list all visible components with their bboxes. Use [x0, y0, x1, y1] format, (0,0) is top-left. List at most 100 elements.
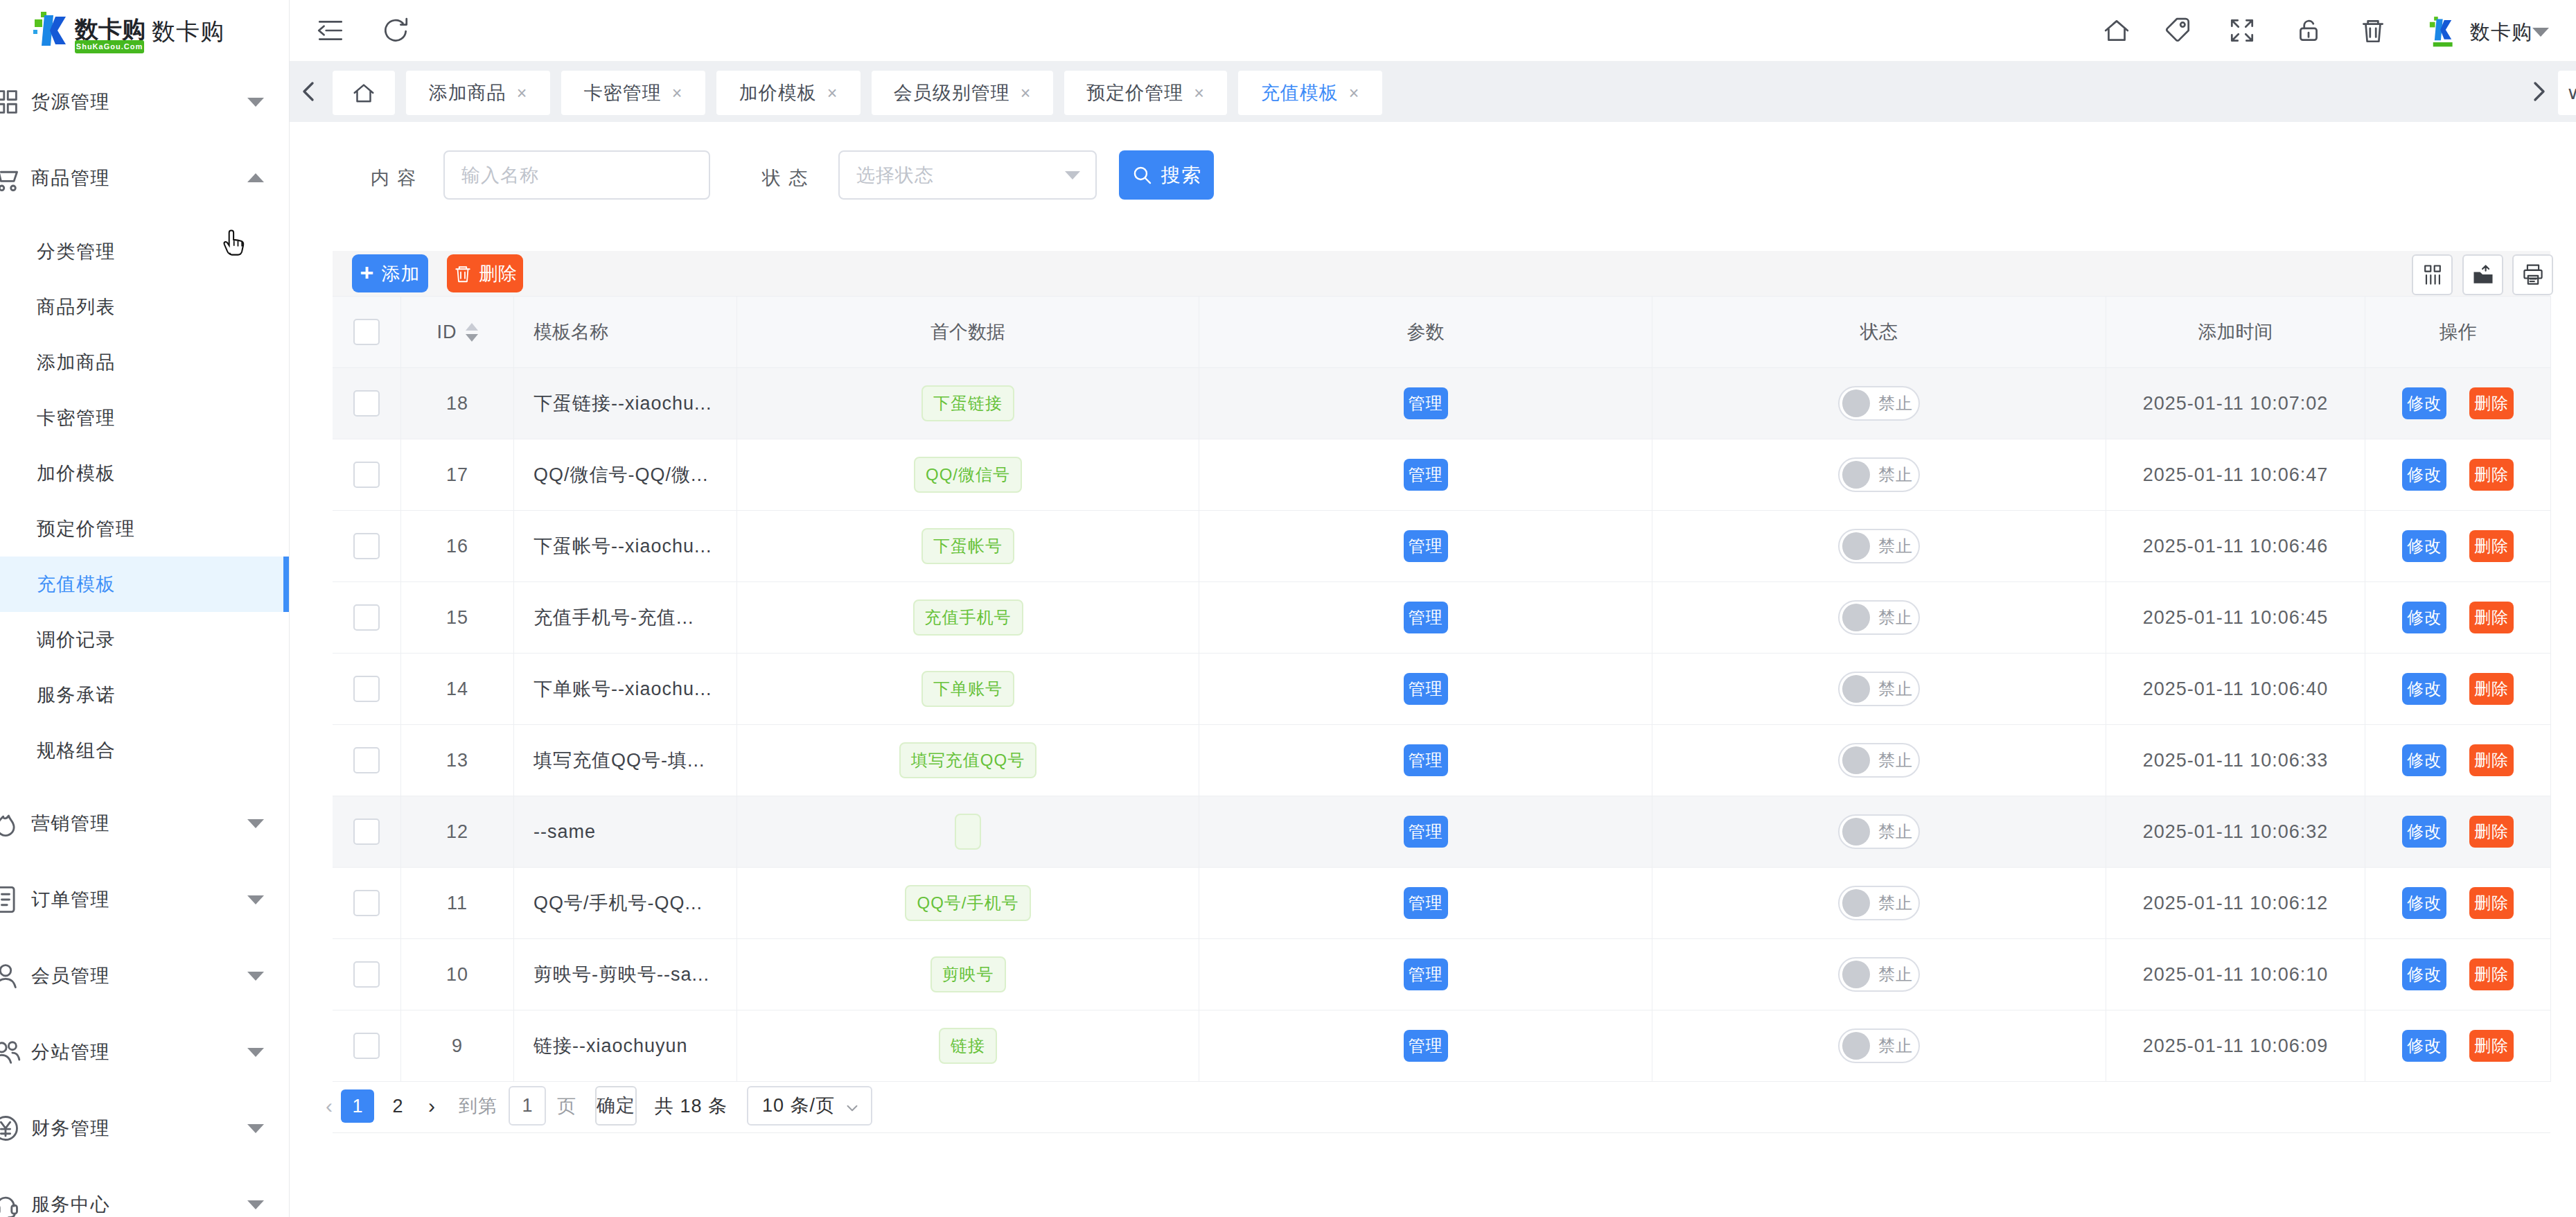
- hamburger-icon[interactable]: [316, 16, 345, 45]
- tab-会员级别管理[interactable]: 会员级别管理×: [872, 71, 1053, 115]
- sidebar-subitem-商品列表[interactable]: 商品列表: [0, 279, 289, 335]
- tab-scroll-right[interactable]: [2524, 78, 2552, 105]
- sidebar-subitem-充值模板[interactable]: 充值模板: [0, 557, 289, 612]
- home-icon[interactable]: [2102, 16, 2131, 45]
- row-checkbox[interactable]: [353, 961, 380, 988]
- row-checkbox[interactable]: [353, 1033, 380, 1059]
- manage-button[interactable]: 管理: [1404, 530, 1448, 562]
- tab-充值模板[interactable]: 充值模板×: [1238, 71, 1382, 115]
- tab-预定价管理[interactable]: 预定价管理×: [1064, 71, 1227, 115]
- tab-close-icon[interactable]: ×: [827, 83, 838, 103]
- tab-close-icon[interactable]: ×: [672, 83, 683, 103]
- tab-home[interactable]: [333, 71, 395, 115]
- lock-icon[interactable]: [2294, 16, 2323, 45]
- tab-scroll-left[interactable]: [296, 78, 324, 105]
- tab-加价模板[interactable]: 加价模板×: [716, 71, 861, 115]
- sidebar-item-服务中心[interactable]: 服务中心: [0, 1166, 289, 1217]
- goto-page-input[interactable]: 1: [509, 1086, 546, 1126]
- page-size-select[interactable]: 10 条/页: [747, 1086, 872, 1126]
- sidebar-item-货源管理[interactable]: 货源管理: [0, 64, 289, 140]
- sidebar-item-商品管理[interactable]: 商品管理: [0, 140, 289, 216]
- page-number-1[interactable]: 1: [341, 1089, 374, 1123]
- fullscreen-icon[interactable]: [2227, 16, 2257, 45]
- edit-button[interactable]: 修改: [2402, 387, 2446, 419]
- sidebar-item-订单管理[interactable]: 订单管理: [0, 861, 289, 938]
- page-number-2[interactable]: 2: [381, 1089, 414, 1123]
- status-switch[interactable]: 禁止: [1838, 814, 1920, 849]
- manage-button[interactable]: 管理: [1404, 602, 1448, 633]
- sidebar-subitem-服务承诺[interactable]: 服务承诺: [0, 667, 289, 723]
- content-input[interactable]: 输入名称: [443, 150, 710, 200]
- tab-close-icon[interactable]: ×: [1021, 83, 1032, 103]
- row-checkbox[interactable]: [353, 747, 380, 773]
- row-checkbox[interactable]: [353, 390, 380, 417]
- goto-confirm-button[interactable]: 确定: [595, 1086, 637, 1126]
- row-checkbox[interactable]: [353, 462, 380, 488]
- edit-button[interactable]: 修改: [2402, 530, 2446, 562]
- status-switch[interactable]: 禁止: [1838, 457, 1920, 492]
- manage-button[interactable]: 管理: [1404, 673, 1448, 705]
- sidebar-item-营销管理[interactable]: 营销管理: [0, 785, 289, 861]
- status-switch[interactable]: 禁止: [1838, 886, 1920, 920]
- edit-button[interactable]: 修改: [2402, 887, 2446, 919]
- manage-button[interactable]: 管理: [1404, 958, 1448, 990]
- tag-icon[interactable]: [2164, 16, 2193, 45]
- sidebar-item-分站管理[interactable]: 分站管理: [0, 1014, 289, 1090]
- page-next-button[interactable]: ›: [428, 1094, 435, 1118]
- row-checkbox[interactable]: [353, 818, 380, 845]
- manage-button[interactable]: 管理: [1404, 887, 1448, 919]
- trash-icon[interactable]: [2358, 16, 2388, 45]
- manage-button[interactable]: 管理: [1404, 459, 1448, 491]
- edit-button[interactable]: 修改: [2402, 602, 2446, 633]
- edit-button[interactable]: 修改: [2402, 816, 2446, 848]
- sidebar-subitem-预定价管理[interactable]: 预定价管理: [0, 501, 289, 557]
- sidebar-subitem-调价记录[interactable]: 调价记录: [0, 612, 289, 667]
- row-delete-button[interactable]: 删除: [2469, 1030, 2514, 1062]
- sidebar-item-会员管理[interactable]: 会员管理: [0, 938, 289, 1014]
- edit-button[interactable]: 修改: [2402, 459, 2446, 491]
- export-button[interactable]: [2462, 254, 2503, 295]
- status-switch[interactable]: 禁止: [1838, 529, 1920, 563]
- refresh-icon[interactable]: [381, 16, 410, 45]
- row-checkbox[interactable]: [353, 890, 380, 916]
- tab-close-icon[interactable]: ×: [517, 83, 528, 103]
- user-avatar[interactable]: [2427, 15, 2458, 47]
- manage-button[interactable]: 管理: [1404, 816, 1448, 848]
- row-delete-button[interactable]: 删除: [2469, 459, 2514, 491]
- status-select[interactable]: 选择状态: [838, 150, 1097, 200]
- tab-overflow-button[interactable]: ∨: [2558, 71, 2576, 115]
- status-switch[interactable]: 禁止: [1838, 600, 1920, 635]
- print-button[interactable]: [2512, 254, 2553, 295]
- column-settings-button[interactable]: [2412, 254, 2453, 295]
- delete-button[interactable]: 删除: [447, 254, 523, 292]
- sidebar-subitem-规格组合[interactable]: 规格组合: [0, 723, 289, 778]
- manage-button[interactable]: 管理: [1404, 387, 1448, 419]
- row-checkbox[interactable]: [353, 533, 380, 559]
- row-delete-button[interactable]: 删除: [2469, 530, 2514, 562]
- search-button[interactable]: 搜索: [1119, 150, 1214, 200]
- sidebar-subitem-加价模板[interactable]: 加价模板: [0, 446, 289, 501]
- status-switch[interactable]: 禁止: [1838, 957, 1920, 992]
- sidebar-subitem-添加商品[interactable]: 添加商品: [0, 335, 289, 390]
- status-switch[interactable]: 禁止: [1838, 1028, 1920, 1063]
- manage-button[interactable]: 管理: [1404, 744, 1448, 776]
- edit-button[interactable]: 修改: [2402, 673, 2446, 705]
- add-button[interactable]: + 添加: [352, 254, 428, 292]
- row-delete-button[interactable]: 删除: [2469, 816, 2514, 848]
- status-switch[interactable]: 禁止: [1838, 743, 1920, 778]
- row-checkbox[interactable]: [353, 604, 380, 631]
- row-delete-button[interactable]: 删除: [2469, 673, 2514, 705]
- logo[interactable]: 数卡购 ShuKaGou.Com 数卡购: [0, 0, 289, 61]
- row-delete-button[interactable]: 删除: [2469, 602, 2514, 633]
- edit-button[interactable]: 修改: [2402, 958, 2446, 990]
- status-switch[interactable]: 禁止: [1838, 386, 1920, 421]
- sidebar-item-财务管理[interactable]: 财务管理: [0, 1090, 289, 1166]
- manage-button[interactable]: 管理: [1404, 1030, 1448, 1062]
- sort-icon[interactable]: [466, 323, 478, 342]
- tab-卡密管理[interactable]: 卡密管理×: [561, 71, 705, 115]
- tab-close-icon[interactable]: ×: [1194, 83, 1205, 103]
- row-checkbox[interactable]: [353, 676, 380, 702]
- sidebar-subitem-卡密管理[interactable]: 卡密管理: [0, 390, 289, 446]
- tab-添加商品[interactable]: 添加商品×: [406, 71, 550, 115]
- status-switch[interactable]: 禁止: [1838, 672, 1920, 706]
